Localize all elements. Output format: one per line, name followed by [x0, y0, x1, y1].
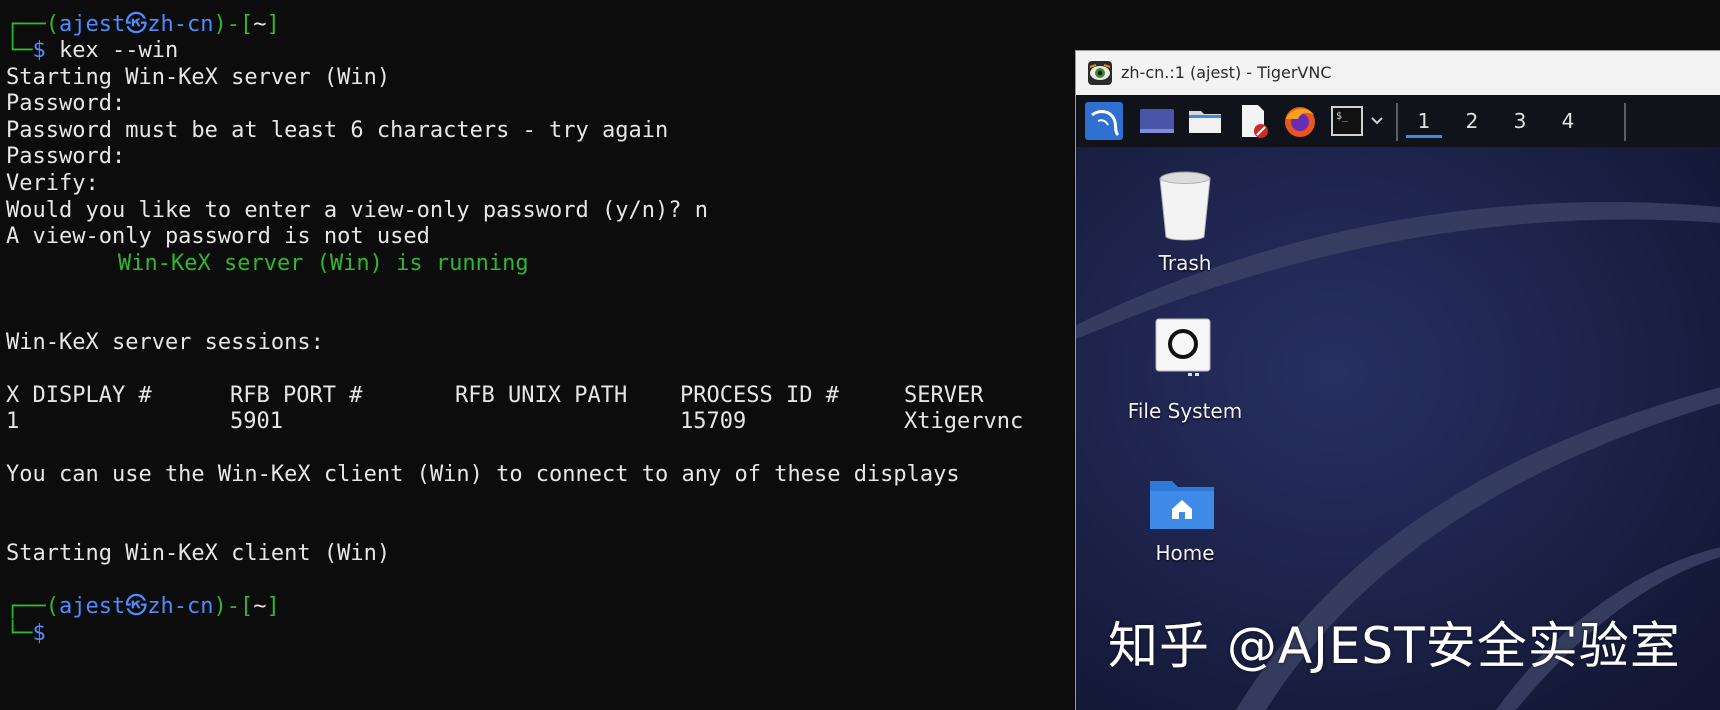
output-line: Password:: [6, 144, 125, 170]
file-manager-icon[interactable]: [1186, 103, 1224, 139]
vnc-titlebar[interactable]: zh-cn.:1 (ajest) - TigerVNC: [1076, 51, 1720, 95]
tigervnc-icon: [1088, 61, 1112, 85]
starting-client-line: Starting Win-KeX client (Win): [6, 541, 390, 567]
sessions-title: Win-KeX server sessions:: [6, 330, 324, 356]
table-cell: 1: [6, 409, 19, 435]
desktop-icon-label: Home: [1132, 541, 1238, 565]
output-line: Would you like to enter a view-only pass…: [6, 198, 708, 224]
current-prompt-line[interactable]: └─$: [6, 621, 46, 647]
table-header: RFB UNIX PATH: [455, 383, 627, 409]
prompt-user: ajest: [59, 12, 125, 37]
table-header: SERVER: [904, 383, 983, 409]
kali-menu-icon[interactable]: [1084, 101, 1124, 141]
prompt-line-2: ┌──(ajest㉿zh-cn)-[~]: [6, 594, 280, 620]
workspace-3[interactable]: 3: [1502, 107, 1538, 135]
svg-text:$_: $_: [1336, 111, 1349, 122]
prompt-host: zh-cn: [147, 12, 213, 37]
prompt-user: ajest: [59, 594, 125, 619]
output-line: A view-only password is not used: [6, 224, 430, 250]
server-running-status: Win-KeX server (Win) is running: [118, 251, 529, 277]
workspace-4[interactable]: 4: [1550, 107, 1586, 135]
terminal-icon[interactable]: $_: [1330, 103, 1364, 139]
workspace-2[interactable]: 2: [1454, 107, 1490, 135]
command-text: kex --win: [59, 38, 178, 63]
watermark: 知乎 @AJEST安全实验室: [1108, 606, 1681, 678]
table-cell: 5901: [230, 409, 283, 435]
desktop-panel: $_ 1 2 3 4: [1076, 95, 1720, 147]
home-folder-icon[interactable]: [1148, 475, 1216, 531]
panel-separator: [1396, 103, 1398, 141]
prompt-dollar: $: [33, 621, 46, 646]
table-header: X DISPLAY #: [6, 383, 152, 409]
prompt-dir: ~: [253, 12, 266, 37]
table-header: RFB PORT #: [230, 383, 362, 409]
show-desktop-icon[interactable]: [1138, 103, 1176, 139]
terminal-window[interactable]: ┌──(ajest㉿zh-cn)-[~] └─$ kex --win Start…: [0, 0, 1075, 709]
output-line: Verify:: [6, 171, 99, 197]
prompt-separator: ㉿: [125, 12, 147, 37]
text-editor-icon[interactable]: [1236, 103, 1270, 139]
vnc-window-title: zh-cn.:1 (ajest) - TigerVNC: [1121, 63, 1332, 82]
desktop-icon-label: File System: [1102, 399, 1268, 423]
prompt-line-1: ┌──(ajest㉿zh-cn)-[~]: [6, 12, 280, 38]
client-hint: You can use the Win-KeX client (Win) to …: [6, 462, 960, 488]
firefox-icon[interactable]: [1282, 103, 1318, 139]
prompt-separator: ㉿: [125, 594, 147, 619]
prompt-host: zh-cn: [147, 594, 213, 619]
desktop-icon-label: Trash: [1132, 251, 1238, 275]
prompt-dollar: $: [33, 38, 46, 63]
output-line: Starting Win-KeX server (Win): [6, 65, 390, 91]
command-line: └─$ kex --win: [6, 38, 178, 64]
output-line: Password:: [6, 91, 125, 117]
workspace-1[interactable]: 1: [1406, 107, 1442, 138]
output-line: Password must be at least 6 characters -…: [6, 118, 668, 144]
prompt-dir: ~: [253, 594, 266, 619]
table-cell: 15709: [680, 409, 746, 435]
panel-separator: [1624, 103, 1626, 141]
chevron-down-icon[interactable]: [1368, 111, 1386, 131]
table-cell: Xtigervnc: [904, 409, 1023, 435]
table-header: PROCESS ID #: [680, 383, 839, 409]
trash-icon[interactable]: [1152, 169, 1218, 243]
drive-icon[interactable]: [1152, 317, 1214, 381]
